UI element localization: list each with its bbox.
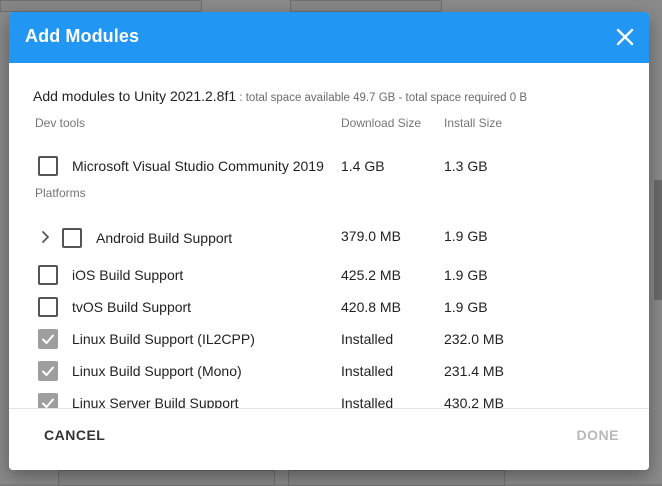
module-name: Linux Build Support (Mono) [72,363,242,379]
checkmark-icon [42,366,54,376]
module-install-size: 430.2 MB [444,395,504,408]
checkmark-icon [42,334,54,344]
module-download-size: 1.4 GB [341,158,385,174]
module-checkbox[interactable] [38,297,58,317]
close-button[interactable] [613,25,637,49]
summary-main: Add modules to Unity 2021.2.8f1 [33,88,237,104]
module-install-size: 1.3 GB [444,158,488,174]
module-download-size: Installed [341,363,394,379]
dialog-title: Add Modules [25,26,140,46]
module-download-size: Installed [341,331,394,347]
chevron-right-icon [42,231,49,243]
add-modules-dialog: Add Modules Add modules to Unity 2021.2.… [9,12,649,470]
summary-line: Add modules to Unity 2021.2.8f1 : total … [33,88,527,104]
module-install-size: 1.9 GB [444,299,488,315]
section-platforms: Platforms [35,186,86,200]
module-checkbox[interactable] [38,393,58,408]
module-name: tvOS Build Support [72,299,192,315]
module-install-size: 232.0 MB [444,331,504,347]
dialog-footer: CANCEL DONE [9,408,649,470]
module-name: Linux Build Support (IL2CPP) [72,331,255,347]
module-checkbox[interactable] [38,156,58,176]
dialog-body[interactable]: Add modules to Unity 2021.2.8f1 : total … [9,63,649,408]
module-row-linux-il2cpp[interactable]: Linux Build Support (IL2CPP) Installed 2… [9,324,639,352]
module-name: iOS Build Support [72,267,184,283]
module-name: Android Build Support [96,230,233,246]
module-name: Microsoft Visual Studio Community 2019 [72,158,324,174]
cancel-button[interactable]: CANCEL [40,425,109,445]
background-card [290,0,442,12]
module-row-ios[interactable]: iOS Build Support 425.2 MB 1.9 GB [9,260,639,288]
module-row-linux-mono[interactable]: Linux Build Support (Mono) Installed 231… [9,356,639,384]
close-icon [616,28,634,46]
module-download-size: 379.0 MB [341,228,401,244]
background-scroll-edge [654,180,662,300]
module-download-size: Installed [341,395,394,408]
column-download-size: Download Size [341,116,422,130]
module-checkbox[interactable] [38,265,58,285]
module-checkbox[interactable] [62,228,82,248]
dialog-header: Add Modules [9,12,649,63]
module-install-size: 1.9 GB [444,267,488,283]
module-download-size: 425.2 MB [341,267,401,283]
background-card [0,0,202,12]
module-row-linux-server[interactable]: Linux Server Build Support Installed 430… [9,388,639,408]
checkmark-icon [42,398,54,408]
module-checkbox[interactable] [38,329,58,349]
section-dev-tools: Dev tools [35,116,86,130]
module-row-visual-studio[interactable]: Microsoft Visual Studio Community 2019 1… [9,151,639,179]
module-checkbox[interactable] [38,361,58,381]
module-download-size: 420.8 MB [341,299,401,315]
done-button[interactable]: DONE [573,425,623,445]
module-name: Linux Server Build Support [72,395,239,408]
module-row-tvos[interactable]: tvOS Build Support 420.8 MB 1.9 GB [9,292,639,320]
column-install-size: Install Size [444,116,503,130]
module-install-size: 1.9 GB [444,228,488,244]
summary-space-info: : total space available 49.7 GB - total … [236,92,528,104]
expand-button[interactable] [40,230,52,244]
module-row-android[interactable]: Android Build Support 379.0 MB 1.9 GB [9,223,639,251]
module-install-size: 231.4 MB [444,363,504,379]
